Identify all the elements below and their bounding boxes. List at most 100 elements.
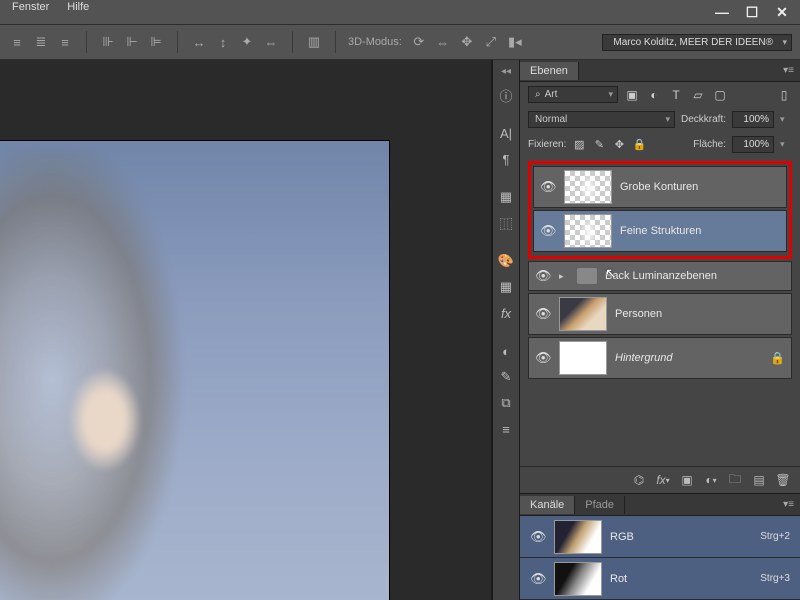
- layer-name[interactable]: Back Luminanzebenen: [605, 270, 717, 282]
- swatches-icon[interactable]: ▦: [494, 275, 518, 299]
- tab-kanaele[interactable]: Kanäle: [520, 496, 575, 514]
- tab-ebenen[interactable]: Ebenen: [520, 62, 579, 80]
- align-icon[interactable]: ≣: [32, 33, 50, 51]
- 3d-camera-icon[interactable]: ▮◂: [506, 33, 524, 51]
- layer-thumbnail[interactable]: [564, 170, 612, 204]
- filter-type-icon[interactable]: T: [668, 87, 684, 103]
- menu-fenster[interactable]: Fenster: [12, 1, 49, 13]
- visibility-eye-icon[interactable]: 👁: [540, 179, 556, 195]
- filter-toggle[interactable]: ▯: [776, 87, 792, 103]
- canvas-area[interactable]: [0, 60, 492, 600]
- properties-icon[interactable]: ≡: [494, 417, 518, 441]
- channel-name: RGB: [610, 531, 634, 543]
- visibility-eye-icon[interactable]: 👁: [530, 529, 546, 545]
- channel-thumbnail[interactable]: [554, 562, 602, 596]
- channel-thumbnail[interactable]: [554, 520, 602, 554]
- collapse-icon[interactable]: ◂◂: [501, 66, 511, 77]
- visibility-eye-icon[interactable]: 👁: [540, 223, 556, 239]
- info-icon[interactable]: ⓘ: [494, 83, 518, 107]
- distribute-icon[interactable]: ⊪: [99, 33, 117, 51]
- visibility-eye-icon[interactable]: 👁: [535, 268, 551, 284]
- filter-pixel-icon[interactable]: ▣: [624, 87, 640, 103]
- channel-row-rgb[interactable]: 👁 RGB Strg+2: [520, 516, 800, 558]
- layer-name[interactable]: Feine Strukturen: [620, 225, 701, 237]
- 3d-orbit-icon[interactable]: ⟳: [410, 33, 428, 51]
- filter-smart-icon[interactable]: ▢: [712, 87, 728, 103]
- filter-type-select[interactable]: ⌕Art: [528, 86, 618, 103]
- chevron-down-icon[interactable]: ▾: [780, 139, 792, 150]
- character-icon[interactable]: A|: [494, 121, 518, 145]
- workspace-switcher[interactable]: Marco Kolditz, MEER DER IDEEN®: [602, 34, 792, 51]
- spacing-icon[interactable]: ↕: [214, 33, 232, 51]
- 3d-move-icon[interactable]: ✥: [458, 33, 476, 51]
- layer-name[interactable]: Personen: [615, 308, 662, 320]
- chevron-down-icon[interactable]: ▾: [780, 114, 792, 125]
- layer-mask-icon[interactable]: ▣: [678, 471, 696, 489]
- blend-mode-select[interactable]: Normal: [528, 111, 675, 128]
- collapsed-panel-strip: ◂◂ ⓘ A| ¶ ▦ ⿲ 🎨 ▦ fx ◐ ✎ ⧉ ≡: [492, 60, 520, 600]
- separator: [177, 31, 178, 53]
- layer-row-feine-strukturen[interactable]: 👁 Feine Strukturen: [533, 210, 787, 252]
- auto-align-icon[interactable]: ▥: [305, 33, 323, 51]
- layer-thumbnail[interactable]: [564, 214, 612, 248]
- layer-name[interactable]: Hintergrund: [615, 352, 672, 364]
- align-icon[interactable]: ≡: [8, 33, 26, 51]
- new-layer-icon[interactable]: ▤: [750, 471, 768, 489]
- 3d-pan-icon[interactable]: ⇔: [434, 33, 452, 51]
- delete-layer-icon[interactable]: 🗑: [774, 471, 792, 489]
- visibility-eye-icon[interactable]: 👁: [535, 350, 551, 366]
- menu-hilfe[interactable]: Hilfe: [67, 1, 89, 13]
- visibility-eye-icon[interactable]: 👁: [530, 571, 546, 587]
- visibility-eye-icon[interactable]: 👁: [535, 306, 551, 322]
- channels-panel: Kanäle Pfade ▾≡ 👁 RGB Strg+2 👁 Rot Strg+…: [520, 493, 800, 600]
- layer-row-grobe-konturen[interactable]: 👁 Grobe Konturen: [533, 166, 787, 208]
- filter-shape-icon[interactable]: ▱: [690, 87, 706, 103]
- opacity-input[interactable]: 100%: [732, 111, 774, 128]
- close-button[interactable]: ✕: [774, 5, 790, 19]
- folder-icon: [577, 268, 597, 284]
- spacing-icon[interactable]: ⇔: [262, 33, 280, 51]
- separator: [335, 31, 336, 53]
- tab-pfade[interactable]: Pfade: [575, 496, 625, 514]
- panel-menu-icon[interactable]: ▾≡: [777, 65, 800, 76]
- spacing-icon[interactable]: ↔: [190, 33, 208, 51]
- layer-thumbnail[interactable]: [559, 341, 607, 375]
- adjustments-icon[interactable]: ◐: [494, 339, 518, 363]
- distribute-icon[interactable]: ⊫: [147, 33, 165, 51]
- align-icon[interactable]: ≡: [56, 33, 74, 51]
- layer-row-hintergrund[interactable]: 👁 Hintergrund 🔒: [528, 337, 792, 379]
- expand-triangle-icon[interactable]: ▸: [559, 271, 569, 282]
- histogram-icon[interactable]: ⿲: [494, 211, 518, 235]
- channel-shortcut: Strg+2: [760, 531, 790, 542]
- lock-all-icon[interactable]: 🔒: [632, 138, 646, 152]
- layer-row-personen[interactable]: 👁 Personen: [528, 293, 792, 335]
- link-layers-icon[interactable]: ⌬: [630, 471, 648, 489]
- adjustment-layer-icon[interactable]: ◐▾: [702, 471, 720, 489]
- channel-name: Rot: [610, 573, 627, 585]
- layer-group-luminanz[interactable]: 👁 ▸ Back Luminanzebenen: [528, 261, 792, 291]
- 3d-scale-icon[interactable]: ⤢: [482, 33, 500, 51]
- brush-icon[interactable]: ✎: [494, 365, 518, 389]
- paragraph-icon[interactable]: ¶: [494, 147, 518, 171]
- new-group-icon[interactable]: 🗀: [726, 471, 744, 489]
- spacing-icon[interactable]: ✦: [238, 33, 256, 51]
- lock-position-icon[interactable]: ✥: [612, 138, 626, 152]
- channel-row-rot[interactable]: 👁 Rot Strg+3: [520, 558, 800, 600]
- fill-input[interactable]: 100%: [732, 136, 774, 153]
- layer-fx-icon[interactable]: fx▾: [654, 471, 672, 489]
- lock-pixels-icon[interactable]: ✎: [592, 138, 606, 152]
- lock-transparency-icon[interactable]: ▨: [572, 138, 586, 152]
- layer-name[interactable]: Grobe Konturen: [620, 181, 698, 193]
- color-icon[interactable]: 🎨: [494, 249, 518, 273]
- layer-thumbnail[interactable]: [559, 297, 607, 331]
- maximize-button[interactable]: ☐: [744, 5, 760, 19]
- styles-icon[interactable]: fx: [494, 301, 518, 325]
- navigator-icon[interactable]: ▦: [494, 185, 518, 209]
- panel-menu-icon[interactable]: ▾≡: [777, 499, 800, 510]
- layers-tabbar: Ebenen ▾≡: [520, 60, 800, 82]
- minimize-button[interactable]: —: [714, 5, 730, 19]
- filter-adjust-icon[interactable]: ◐: [646, 87, 662, 103]
- distribute-icon[interactable]: ⊩: [123, 33, 141, 51]
- search-icon: ⌕: [535, 89, 541, 100]
- clone-icon[interactable]: ⧉: [494, 391, 518, 415]
